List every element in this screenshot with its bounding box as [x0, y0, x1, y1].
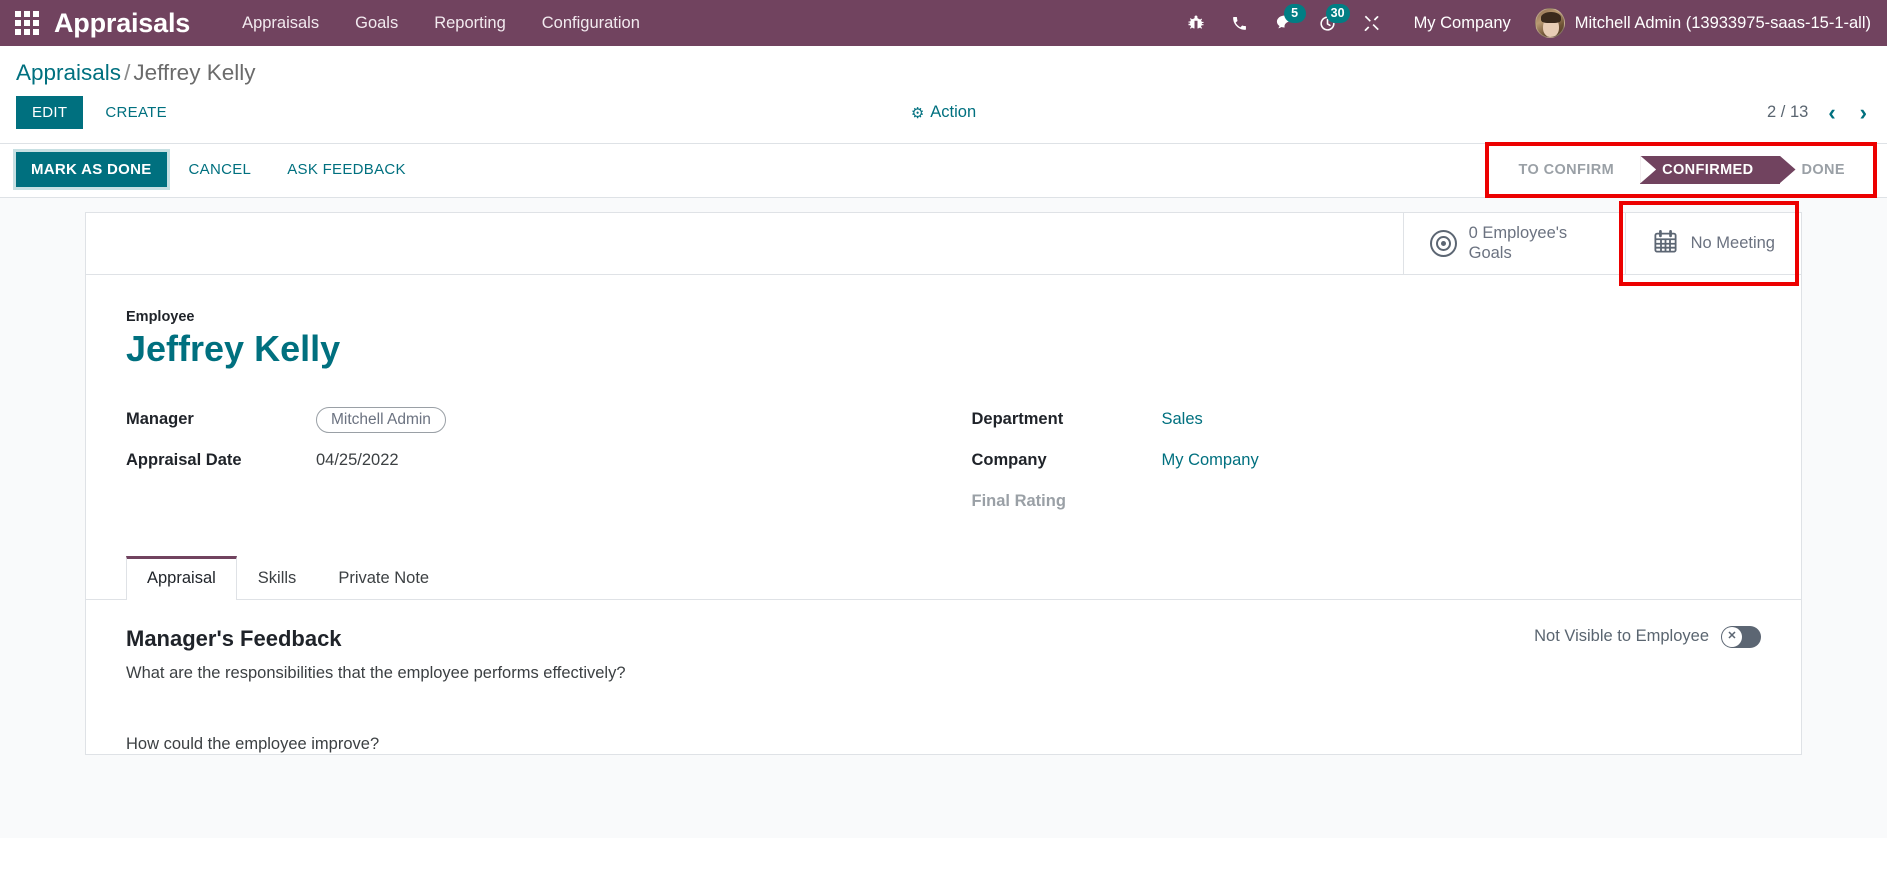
managers-feedback-heading: Manager's Feedback [126, 625, 342, 651]
field-row-department: Department Sales [972, 407, 1762, 433]
stage-confirmed[interactable]: CONFIRMED [1640, 155, 1780, 184]
visibility-toggle-switch[interactable]: ✕ [1721, 625, 1761, 648]
company-switcher[interactable]: My Company [1398, 1, 1527, 46]
action-menu-label: Action [930, 103, 977, 121]
employee-name-title[interactable]: Jeffrey Kelly [126, 329, 1761, 369]
appraisal-date-value: 04/25/2022 [316, 451, 399, 470]
apps-menu-button[interactable] [0, 0, 54, 46]
control-buttons-row: EDIT CREATE ⚙ Action 2 / 13 ‹ › [0, 90, 1887, 143]
field-row-final-rating: Final Rating [972, 489, 1762, 515]
visibility-toggle-label: Not Visible to Employee [1534, 627, 1709, 646]
apps-grid-icon [15, 11, 39, 35]
feedback-question-1[interactable]: What are the responsibilities that the e… [126, 664, 1761, 683]
smart-button-goals-label: 0 Employee's Goals [1468, 223, 1568, 262]
tab-skills[interactable]: Skills [237, 556, 318, 600]
pager-count: 2 / 13 [1767, 103, 1809, 121]
phone-icon[interactable] [1218, 0, 1262, 46]
form-left-column: Manager Mitchell Admin Appraisal Date 04… [126, 406, 944, 530]
smart-button-meeting-label: No Meeting [1690, 233, 1775, 252]
notebook-tabs: Appraisal Skills Private Note [86, 555, 1801, 600]
menu-item-configuration[interactable]: Configuration [524, 1, 658, 46]
status-pipeline: TO CONFIRM CONFIRMED DONE [1484, 141, 1877, 198]
feedback-question-2[interactable]: How could the employee improve? [126, 735, 1761, 754]
control-panel: Appraisals / Jeffrey Kelly EDIT CREATE ⚙ A… [0, 46, 1887, 144]
form-sheet: 0 Employee's Goals No Meeting Employee J… [85, 201, 1802, 755]
app-brand-title[interactable]: Appraisals [54, 8, 190, 39]
bullseye-icon [1429, 230, 1457, 257]
breadcrumb-separator: / [124, 60, 131, 85]
form-view-background: 0 Employee's Goals No Meeting Employee J… [0, 198, 1887, 838]
breadcrumb-current-record: Jeffrey Kelly [133, 60, 256, 85]
tab-private-note[interactable]: Private Note [317, 556, 450, 600]
manager-label: Manager [126, 410, 194, 429]
company-label: Company [971, 451, 1047, 470]
activity-badge-count: 30 [1325, 4, 1350, 23]
calendar-icon [1652, 228, 1679, 260]
action-menu-dropdown[interactable]: ⚙ Action [911, 103, 976, 122]
gear-icon: ⚙ [910, 104, 925, 122]
employee-field-label: Employee [126, 309, 195, 325]
breadcrumb-row: Appraisals / Jeffrey Kelly [0, 46, 1887, 90]
tab-panel-appraisal: Manager's Feedback What are the responsi… [126, 600, 1761, 754]
pager: 2 / 13 ‹ › [1767, 101, 1871, 124]
field-row-company: Company My Company [972, 448, 1762, 474]
activity-clock-icon[interactable]: 30 [1306, 0, 1350, 46]
systray: 5 30 [1174, 0, 1394, 46]
toggle-off-icon: ✕ [1722, 626, 1742, 647]
user-name-label: Mitchell Admin (13933975-saas-15-1-all) [1574, 13, 1871, 32]
stage-to-confirm[interactable]: TO CONFIRM [1496, 155, 1641, 184]
statusbar-row: MARK AS DONE CANCEL ASK FEEDBACK TO CONF… [0, 141, 1887, 198]
edit-button[interactable]: EDIT [16, 96, 84, 129]
appraisal-date-label: Appraisal Date [126, 451, 242, 470]
create-button[interactable]: CREATE [89, 96, 183, 129]
chevron-right-icon[interactable]: › [1856, 101, 1871, 124]
notebook: Appraisal Skills Private Note Manager's … [86, 555, 1801, 754]
top-navbar: Appraisals Appraisals Goals Reporting Co… [0, 0, 1887, 46]
field-row-manager: Manager Mitchell Admin [126, 406, 944, 433]
mark-as-done-button[interactable]: MARK AS DONE [13, 149, 170, 190]
final-rating-label: Final Rating [971, 492, 1066, 511]
main-menu: Appraisals Goals Reporting Configuration [224, 1, 658, 46]
department-value[interactable]: Sales [1162, 410, 1203, 429]
smart-button-meeting[interactable]: No Meeting [1619, 201, 1801, 286]
field-row-appraisal-date: Appraisal Date 04/25/2022 [126, 448, 944, 474]
messages-icon[interactable]: 5 [1262, 0, 1306, 46]
smart-button-employee-goals[interactable]: 0 Employee's Goals [1402, 213, 1625, 274]
chevron-left-icon[interactable]: ‹ [1824, 101, 1839, 124]
breadcrumb: Appraisals / Jeffrey Kelly [16, 60, 1871, 86]
manager-value: Mitchell Admin [316, 406, 446, 433]
menu-item-reporting[interactable]: Reporting [416, 1, 524, 46]
manager-tag[interactable]: Mitchell Admin [316, 406, 446, 433]
visibility-toggle-group: Not Visible to Employee ✕ [1534, 625, 1761, 648]
avatar [1534, 8, 1565, 38]
company-value[interactable]: My Company [1162, 451, 1259, 470]
menu-item-goals[interactable]: Goals [337, 1, 416, 46]
menu-item-appraisals[interactable]: Appraisals [224, 1, 337, 46]
breadcrumb-root-link[interactable]: Appraisals [16, 60, 121, 85]
tools-icon[interactable] [1350, 0, 1394, 46]
department-label: Department [971, 410, 1064, 429]
ask-feedback-button[interactable]: ASK FEEDBACK [273, 153, 420, 186]
user-menu[interactable]: Mitchell Admin (13933975-saas-15-1-all) [1527, 8, 1873, 38]
tab-appraisal[interactable]: Appraisal [126, 555, 237, 600]
messages-badge-count: 5 [1283, 4, 1306, 23]
cancel-button[interactable]: CANCEL [175, 153, 266, 186]
form-body: Employee Jeffrey Kelly Manager Mitchell … [86, 275, 1801, 754]
smart-button-bar: 0 Employee's Goals No Meeting [86, 201, 1801, 286]
form-right-column: Department Sales Company My Company Fina… [944, 407, 1762, 530]
form-columns: Manager Mitchell Admin Appraisal Date 04… [126, 406, 1762, 530]
bug-icon[interactable] [1174, 0, 1218, 46]
